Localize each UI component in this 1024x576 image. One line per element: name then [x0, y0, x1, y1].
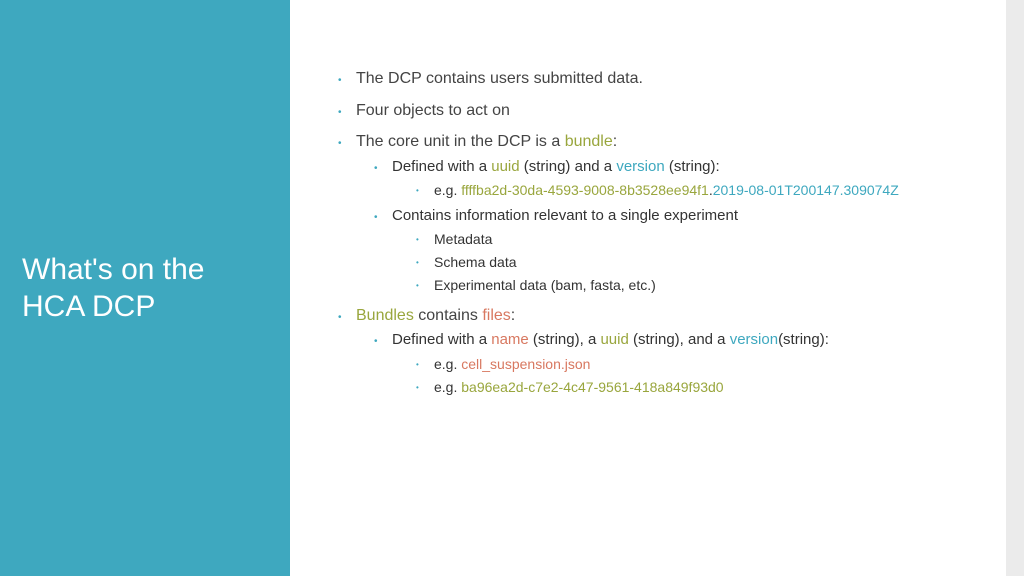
example-name: cell_suspension.json — [461, 356, 590, 372]
slide-title: What's on the HCA DCP — [22, 251, 268, 326]
example-uuid: ba96ea2d-c7e2-4c47-9561-418a849f93d0 — [461, 379, 723, 395]
text: contains — [414, 307, 482, 324]
bullet-1: The DCP contains users submitted data. — [338, 68, 976, 90]
text: e.g. — [434, 379, 461, 395]
bullet-2: Four objects to act on — [338, 100, 976, 122]
example-uuid: ffffba2d-30da-4593-9008-8b3528ee94f1 — [461, 182, 709, 198]
highlight-bundles: Bundles — [356, 307, 414, 324]
bullet-3b-iii: Experimental data (bam, fasta, etc.) — [416, 276, 976, 295]
bullet-3b-ii: Schema data — [416, 253, 976, 272]
highlight-uuid: uuid — [491, 158, 519, 175]
highlight-files: files — [482, 307, 510, 324]
bullet-3b: Contains information relevant to a singl… — [374, 206, 976, 295]
text: Defined with a — [392, 331, 491, 348]
text: (string), and a — [629, 331, 730, 348]
bullet-3a: Defined with a uuid (string) and a versi… — [374, 157, 976, 200]
bullet-4: Bundles contains files: Defined with a n… — [338, 305, 976, 397]
text: e.g. — [434, 356, 461, 372]
text: : — [511, 307, 515, 324]
bullet-4a-eg2: e.g. ba96ea2d-c7e2-4c47-9561-418a849f93d… — [416, 378, 976, 397]
text: e.g. — [434, 182, 461, 198]
bullet-3: The core unit in the DCP is a bundle: De… — [338, 131, 976, 295]
text: Contains information relevant to a singl… — [392, 207, 738, 224]
text: (string): — [778, 331, 829, 348]
text: Defined with a — [392, 158, 491, 175]
text: : — [613, 133, 617, 150]
bullet-list: The DCP contains users submitted data. F… — [338, 68, 976, 396]
scrollbar[interactable] — [1006, 0, 1024, 576]
content-area: The DCP contains users submitted data. F… — [290, 0, 1006, 576]
bullet-3a-example: e.g. ffffba2d-30da-4593-9008-8b3528ee94f… — [416, 181, 976, 200]
bullet-3b-i: Metadata — [416, 230, 976, 249]
example-version: 2019-08-01T200147.309074Z — [713, 182, 899, 198]
highlight-name: name — [491, 331, 529, 348]
highlight-version: version — [616, 158, 664, 175]
highlight-uuid: uuid — [600, 331, 628, 348]
title-sidebar: What's on the HCA DCP — [0, 0, 290, 576]
text: (string), a — [529, 331, 601, 348]
bullet-4a: Defined with a name (string), a uuid (st… — [374, 330, 976, 396]
text: The core unit in the DCP is a — [356, 133, 565, 150]
text: (string) and a — [520, 158, 617, 175]
highlight-bundle: bundle — [565, 133, 613, 150]
text: (string): — [665, 158, 720, 175]
bullet-4a-eg1: e.g. cell_suspension.json — [416, 355, 976, 374]
highlight-version: version — [730, 331, 778, 348]
